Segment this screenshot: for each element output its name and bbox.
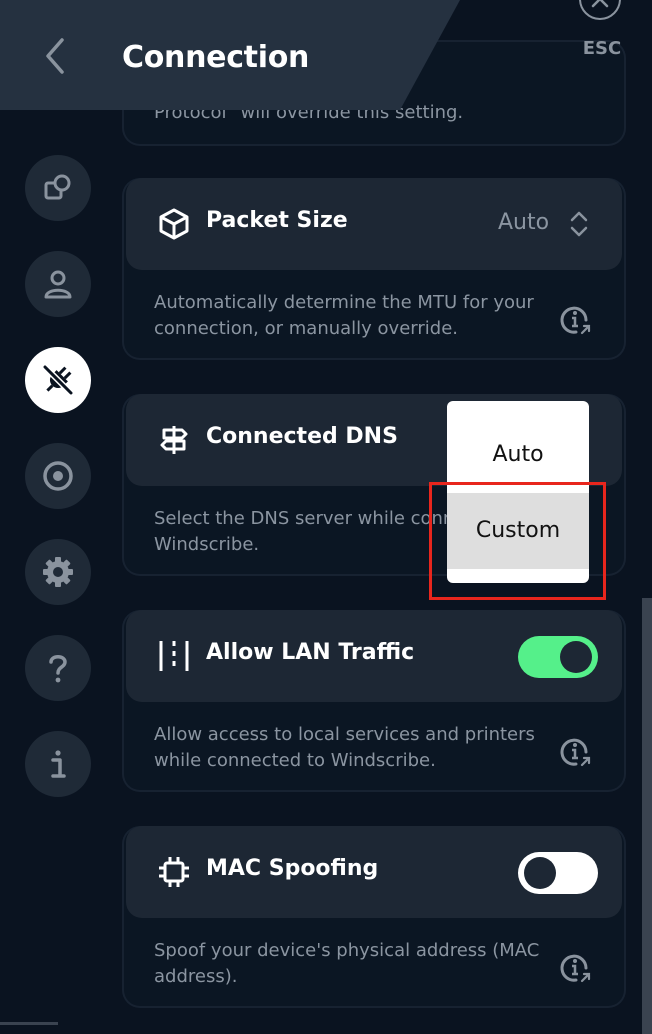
sidebar-item-about[interactable] (25, 731, 91, 797)
back-button[interactable] (36, 34, 76, 78)
packet-size-value[interactable]: Auto (498, 210, 549, 235)
chip-icon (159, 857, 189, 887)
packet-size-description: Automatically determine the MTU for your… (154, 292, 534, 339)
page-title: Connection (122, 40, 310, 75)
close-icon (579, 0, 621, 20)
chevron-left-icon (46, 38, 64, 74)
connected-dns-title: Connected DNS (206, 424, 398, 449)
allow-lan-description: Allow access to local services and print… (154, 724, 535, 771)
sidebar-item-account[interactable] (25, 251, 91, 317)
lan-icon (159, 641, 189, 671)
sidebar-item-connection[interactable] (25, 347, 91, 413)
cube-icon (159, 208, 189, 240)
mac-spoofing-toggle[interactable] (518, 852, 598, 894)
sidebar-item-help[interactable] (25, 635, 91, 701)
card-mac-spoofing: MAC Spoofing Spoof your device's physica… (122, 826, 626, 1008)
sidebar-item-advanced[interactable] (25, 539, 91, 605)
account-icon (44, 270, 72, 299)
mac-spoofing-title: MAC Spoofing (206, 856, 379, 881)
scrollbar-thumb[interactable] (642, 598, 652, 1034)
allow-lan-toggle[interactable] (518, 636, 598, 678)
toggle-knob (524, 857, 556, 889)
card-packet-size: Packet Size Auto Automatically determine… (122, 178, 626, 360)
mac-spoofing-row: MAC Spoofing (126, 826, 622, 918)
help-icon (49, 655, 67, 683)
packet-size-title: Packet Size (206, 208, 348, 233)
info-link-icon[interactable] (558, 734, 594, 770)
allow-lan-row: Allow LAN Traffic (126, 610, 622, 702)
info-link-icon[interactable] (558, 302, 594, 338)
allow-lan-title: Allow LAN Traffic (206, 640, 415, 665)
toggle-knob (560, 641, 592, 673)
signpost-icon (160, 426, 188, 454)
chevron-up-down-icon[interactable] (568, 208, 590, 240)
dns-dropdown-menu: Auto Custom (447, 401, 589, 583)
windows-icon (44, 174, 71, 200)
mac-spoofing-description: Spoof your device's physical address (MA… (154, 940, 540, 987)
esc-button[interactable]: ESC (578, 0, 626, 70)
robert-icon (43, 461, 73, 491)
divider (0, 1022, 58, 1025)
card-allow-lan: Allow LAN Traffic Allow access to local … (122, 610, 626, 792)
dns-option-auto[interactable]: Auto (447, 417, 589, 493)
dns-option-custom[interactable]: Custom (447, 493, 589, 569)
gear-icon (43, 557, 73, 587)
plug-icon (42, 364, 74, 396)
header-bar: Connection (0, 0, 460, 110)
packet-size-row[interactable]: Packet Size Auto (126, 178, 622, 270)
sidebar-item-robert[interactable] (25, 443, 91, 509)
esc-label: ESC (582, 38, 622, 59)
sidebar-item-general[interactable] (25, 155, 91, 221)
info-icon (51, 750, 66, 778)
info-link-icon[interactable] (558, 950, 594, 986)
